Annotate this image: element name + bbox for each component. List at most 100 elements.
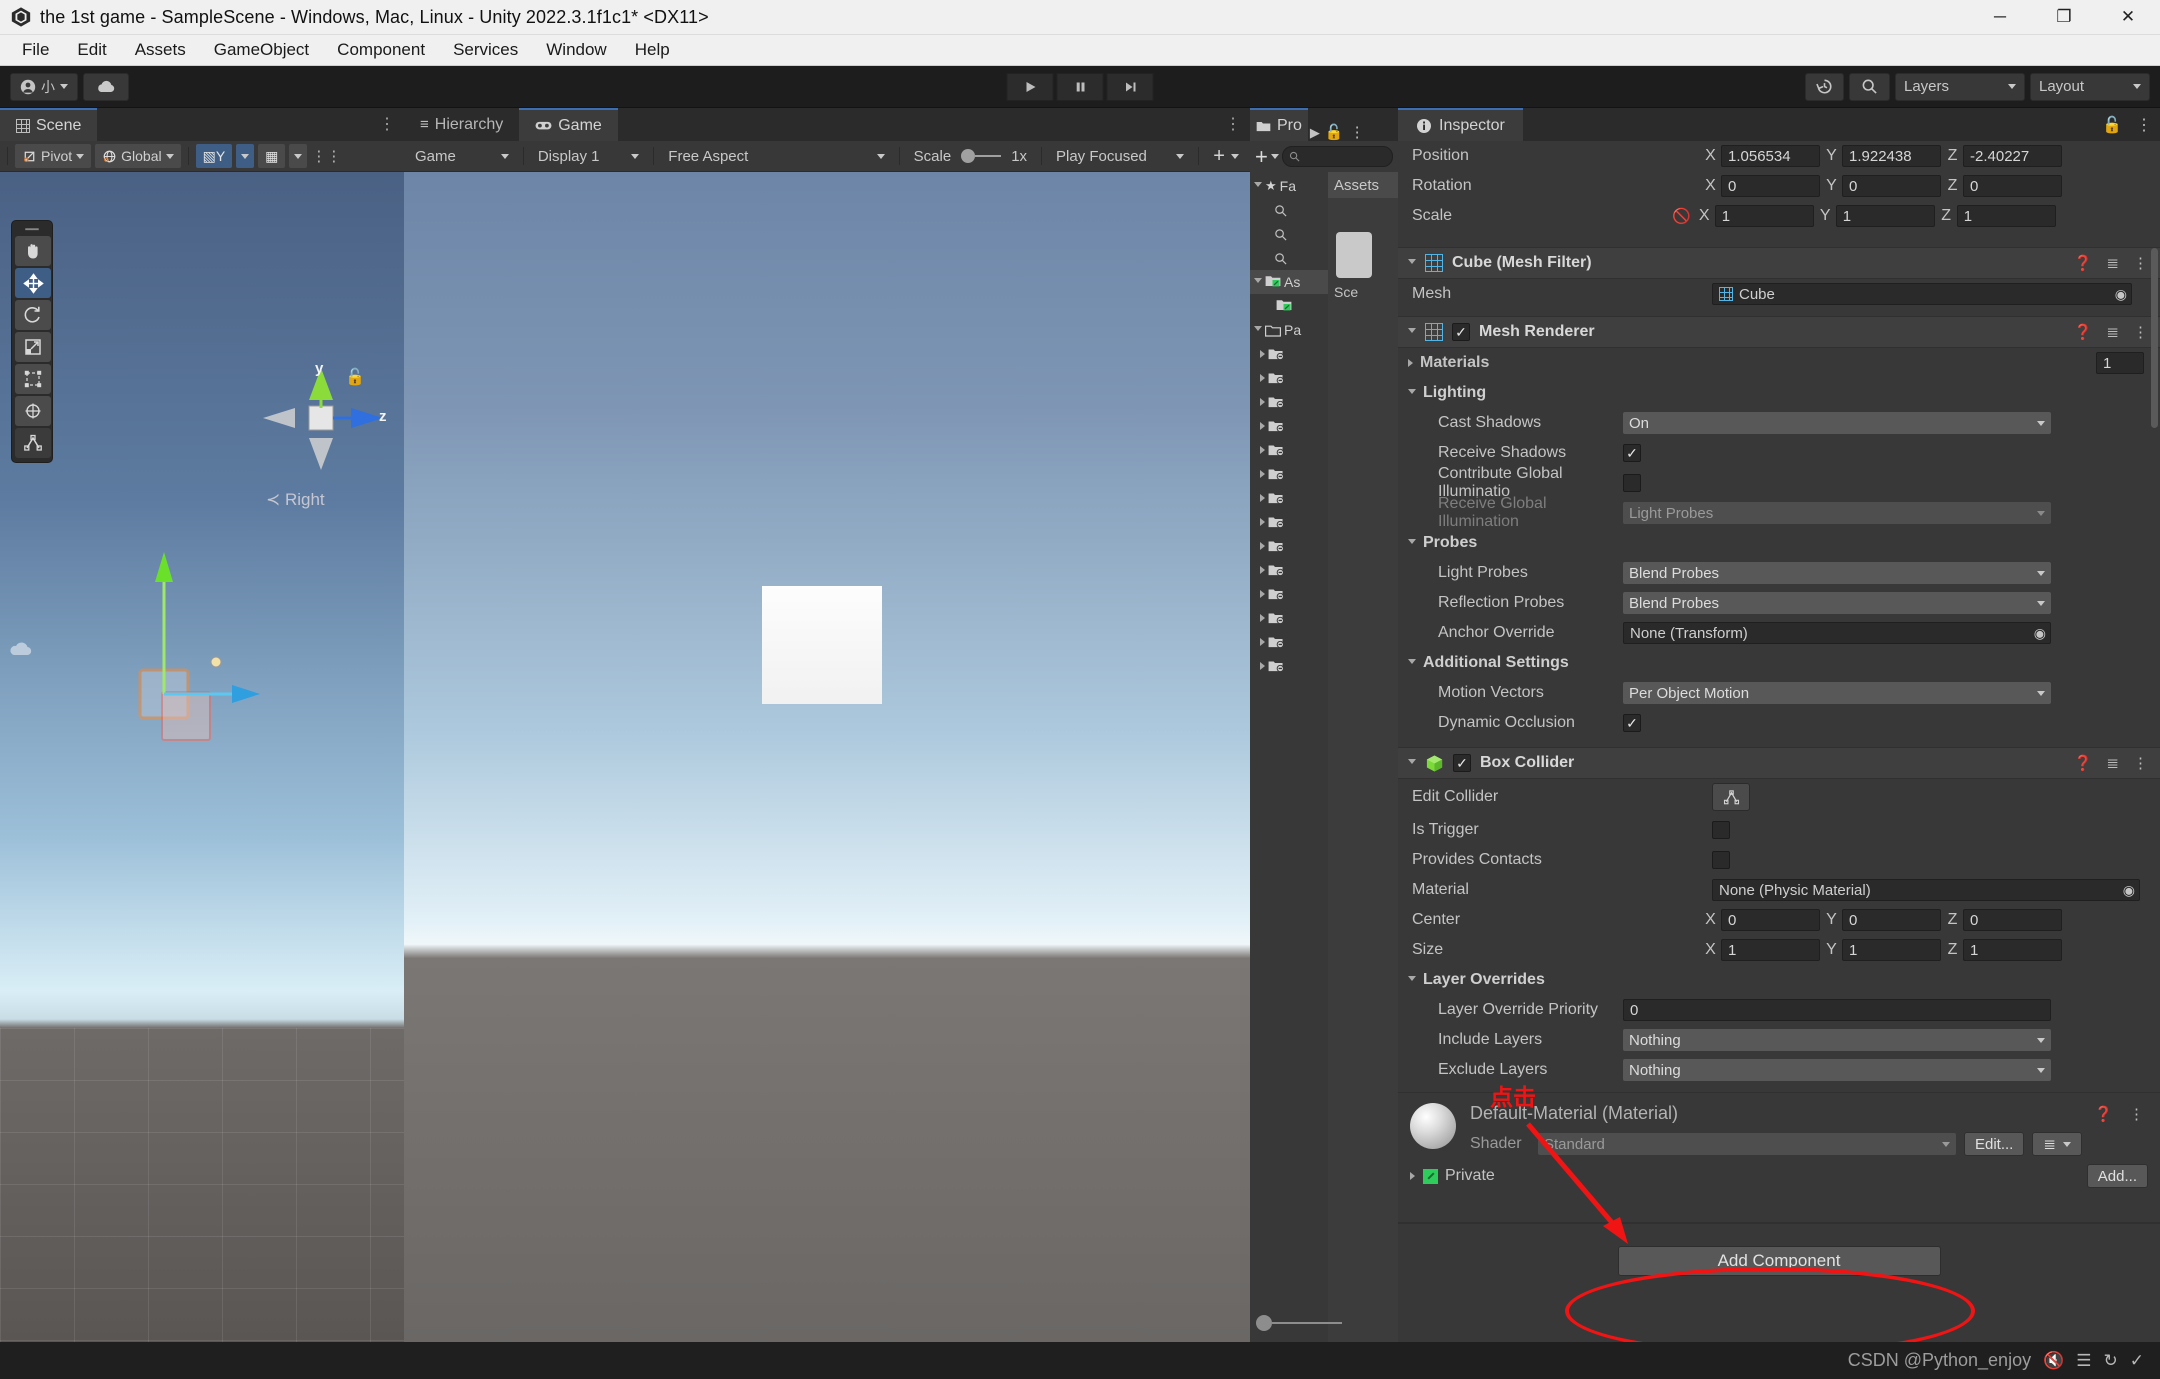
- center-x-input[interactable]: 0: [1721, 909, 1820, 931]
- tree-item-package[interactable]: [1250, 486, 1328, 510]
- kebab-menu-icon[interactable]: ⋮: [2133, 254, 2148, 272]
- preset-icon[interactable]: ≣: [2106, 254, 2119, 272]
- menu-component[interactable]: Component: [323, 37, 439, 63]
- chevron-down-icon[interactable]: [1254, 325, 1262, 335]
- rotation-y-field[interactable]: Y 0: [1826, 175, 1941, 197]
- box-collider-enabled-checkbox[interactable]: ✓: [1453, 754, 1471, 772]
- menu-file[interactable]: File: [8, 37, 63, 63]
- hand-tool-button[interactable]: [15, 236, 51, 266]
- tree-item-package[interactable]: [1250, 390, 1328, 414]
- project-overflow-arrow-icon[interactable]: ▶: [1308, 125, 1322, 141]
- unlocked-padlock-icon[interactable]: 🔓: [345, 367, 365, 387]
- custom-tool-button[interactable]: [15, 428, 51, 458]
- size-z-field[interactable]: Z 1: [1947, 939, 2062, 961]
- position-x-field[interactable]: X 1.056534: [1705, 145, 1820, 167]
- linked-scale-off-icon[interactable]: 🚫: [1672, 207, 1691, 225]
- menu-window[interactable]: Window: [532, 37, 620, 63]
- tree-item-package[interactable]: [1250, 606, 1328, 630]
- step-button[interactable]: [1106, 72, 1154, 101]
- scene-selected-object-gizmo[interactable]: [120, 552, 320, 752]
- receive-shadows-checkbox[interactable]: ✓: [1623, 444, 1641, 462]
- tree-item-package[interactable]: [1250, 414, 1328, 438]
- tree-item-package[interactable]: [1250, 630, 1328, 654]
- tab-hierarchy[interactable]: ≡ Hierarchy: [404, 108, 520, 141]
- global-dropdown[interactable]: Global: [95, 144, 181, 168]
- tree-item-scenes[interactable]: [1250, 294, 1328, 318]
- inspector-lock-icon[interactable]: 🔓: [2102, 115, 2122, 135]
- physic-material-field[interactable]: None (Physic Material) ◉: [1712, 879, 2140, 901]
- play-focused-dropdown[interactable]: Play Focused: [1049, 144, 1191, 168]
- chevron-right-icon[interactable]: [1260, 542, 1265, 550]
- tree-item-saved-search[interactable]: [1250, 222, 1328, 246]
- tree-item-package[interactable]: [1250, 462, 1328, 486]
- layer-override-priority-input[interactable]: 0: [1623, 999, 2051, 1021]
- chevron-right-icon[interactable]: [1260, 590, 1265, 598]
- chevron-down-icon[interactable]: [1408, 758, 1416, 768]
- inspector-kebab-icon[interactable]: ⋮: [2136, 115, 2152, 135]
- scale-y-field[interactable]: Y 1: [1820, 205, 1935, 227]
- project-lock-icon[interactable]: 🔓: [1322, 123, 1347, 141]
- kebab-menu-icon[interactable]: ⋮: [2133, 323, 2148, 341]
- position-y-input[interactable]: 1.922438: [1842, 145, 1941, 167]
- game-kebab-icon[interactable]: ⋮: [1225, 114, 1242, 134]
- scale-slider[interactable]: [961, 149, 1002, 163]
- mesh-object-field[interactable]: Cube ◉: [1712, 283, 2132, 305]
- menu-services[interactable]: Services: [439, 37, 532, 63]
- object-picker-icon[interactable]: ◉: [2034, 625, 2046, 642]
- asset-thumbnail[interactable]: [1336, 232, 1372, 278]
- layer-overrides-foldout[interactable]: Layer Overrides: [1398, 965, 2160, 995]
- tree-item-assets[interactable]: As: [1250, 270, 1328, 294]
- chevron-down-icon[interactable]: [1408, 327, 1416, 337]
- snap-increment-dropdown[interactable]: [289, 144, 308, 168]
- menu-help[interactable]: Help: [621, 37, 684, 63]
- rotation-x-field[interactable]: X 0: [1705, 175, 1820, 197]
- scale-x-field[interactable]: X 1: [1699, 205, 1814, 227]
- chevron-right-icon[interactable]: [1408, 359, 1413, 367]
- project-kebab-icon[interactable]: ⋮: [1347, 123, 1368, 141]
- size-x-field[interactable]: X 1: [1705, 939, 1820, 961]
- chevron-down-icon[interactable]: [1254, 277, 1262, 287]
- probes-foldout[interactable]: Probes: [1398, 528, 2160, 558]
- aspect-dropdown[interactable]: Free Aspect: [661, 144, 891, 168]
- tree-item-package[interactable]: [1250, 342, 1328, 366]
- motion-vectors-dropdown[interactable]: Per Object Motion: [1623, 682, 2051, 704]
- materials-count-input[interactable]: 1: [2096, 352, 2144, 374]
- size-x-input[interactable]: 1: [1721, 939, 1820, 961]
- tab-project[interactable]: Pro: [1250, 108, 1308, 141]
- position-z-input[interactable]: -2.40227: [1963, 145, 2062, 167]
- history-button[interactable]: [1805, 72, 1844, 101]
- tree-item-packages[interactable]: Pa: [1250, 318, 1328, 342]
- tree-item-package[interactable]: [1250, 510, 1328, 534]
- material-add-button[interactable]: Add...: [2086, 1164, 2148, 1188]
- help-icon[interactable]: ❓: [2074, 254, 2093, 272]
- layers-dropdown[interactable]: Layers: [1895, 72, 2025, 101]
- mute-icon[interactable]: 🔇: [2043, 1351, 2064, 1371]
- rotation-x-input[interactable]: 0: [1721, 175, 1820, 197]
- chevron-down-icon[interactable]: [1254, 181, 1262, 191]
- exclude-layers-dropdown[interactable]: Nothing: [1623, 1059, 2051, 1081]
- tab-game[interactable]: Game: [519, 108, 618, 141]
- center-z-field[interactable]: Z 0: [1947, 909, 2062, 931]
- pause-button[interactable]: [1056, 72, 1104, 101]
- tree-item-package[interactable]: [1250, 654, 1328, 678]
- size-z-input[interactable]: 1: [1963, 939, 2062, 961]
- tree-item-saved-search[interactable]: [1250, 246, 1328, 270]
- game-add-dropdown[interactable]: +: [1206, 144, 1246, 168]
- chevron-right-icon[interactable]: [1260, 566, 1265, 574]
- tree-item-package[interactable]: [1250, 366, 1328, 390]
- cast-shadows-dropdown[interactable]: On: [1623, 412, 2051, 434]
- overlay-drag-handle[interactable]: ━━: [15, 224, 49, 236]
- chevron-down-icon[interactable]: [1270, 154, 1279, 159]
- rotation-z-input[interactable]: 0: [1963, 175, 2062, 197]
- layers-status-icon[interactable]: ☰: [2076, 1351, 2091, 1371]
- chevron-down-icon[interactable]: [1408, 538, 1416, 548]
- scale-z-input[interactable]: 1: [1956, 205, 2056, 227]
- display-dropdown[interactable]: Display 1: [531, 144, 647, 168]
- pivot-dropdown[interactable]: Pivot: [15, 144, 92, 168]
- center-y-input[interactable]: 0: [1842, 909, 1941, 931]
- check-circle-icon[interactable]: ✓: [2130, 1351, 2144, 1371]
- chevron-down-icon[interactable]: [1408, 975, 1416, 985]
- additional-settings-foldout[interactable]: Additional Settings: [1398, 648, 2160, 678]
- game-mode-dropdown[interactable]: Game: [408, 144, 516, 168]
- scale-slider-knob[interactable]: [961, 149, 976, 163]
